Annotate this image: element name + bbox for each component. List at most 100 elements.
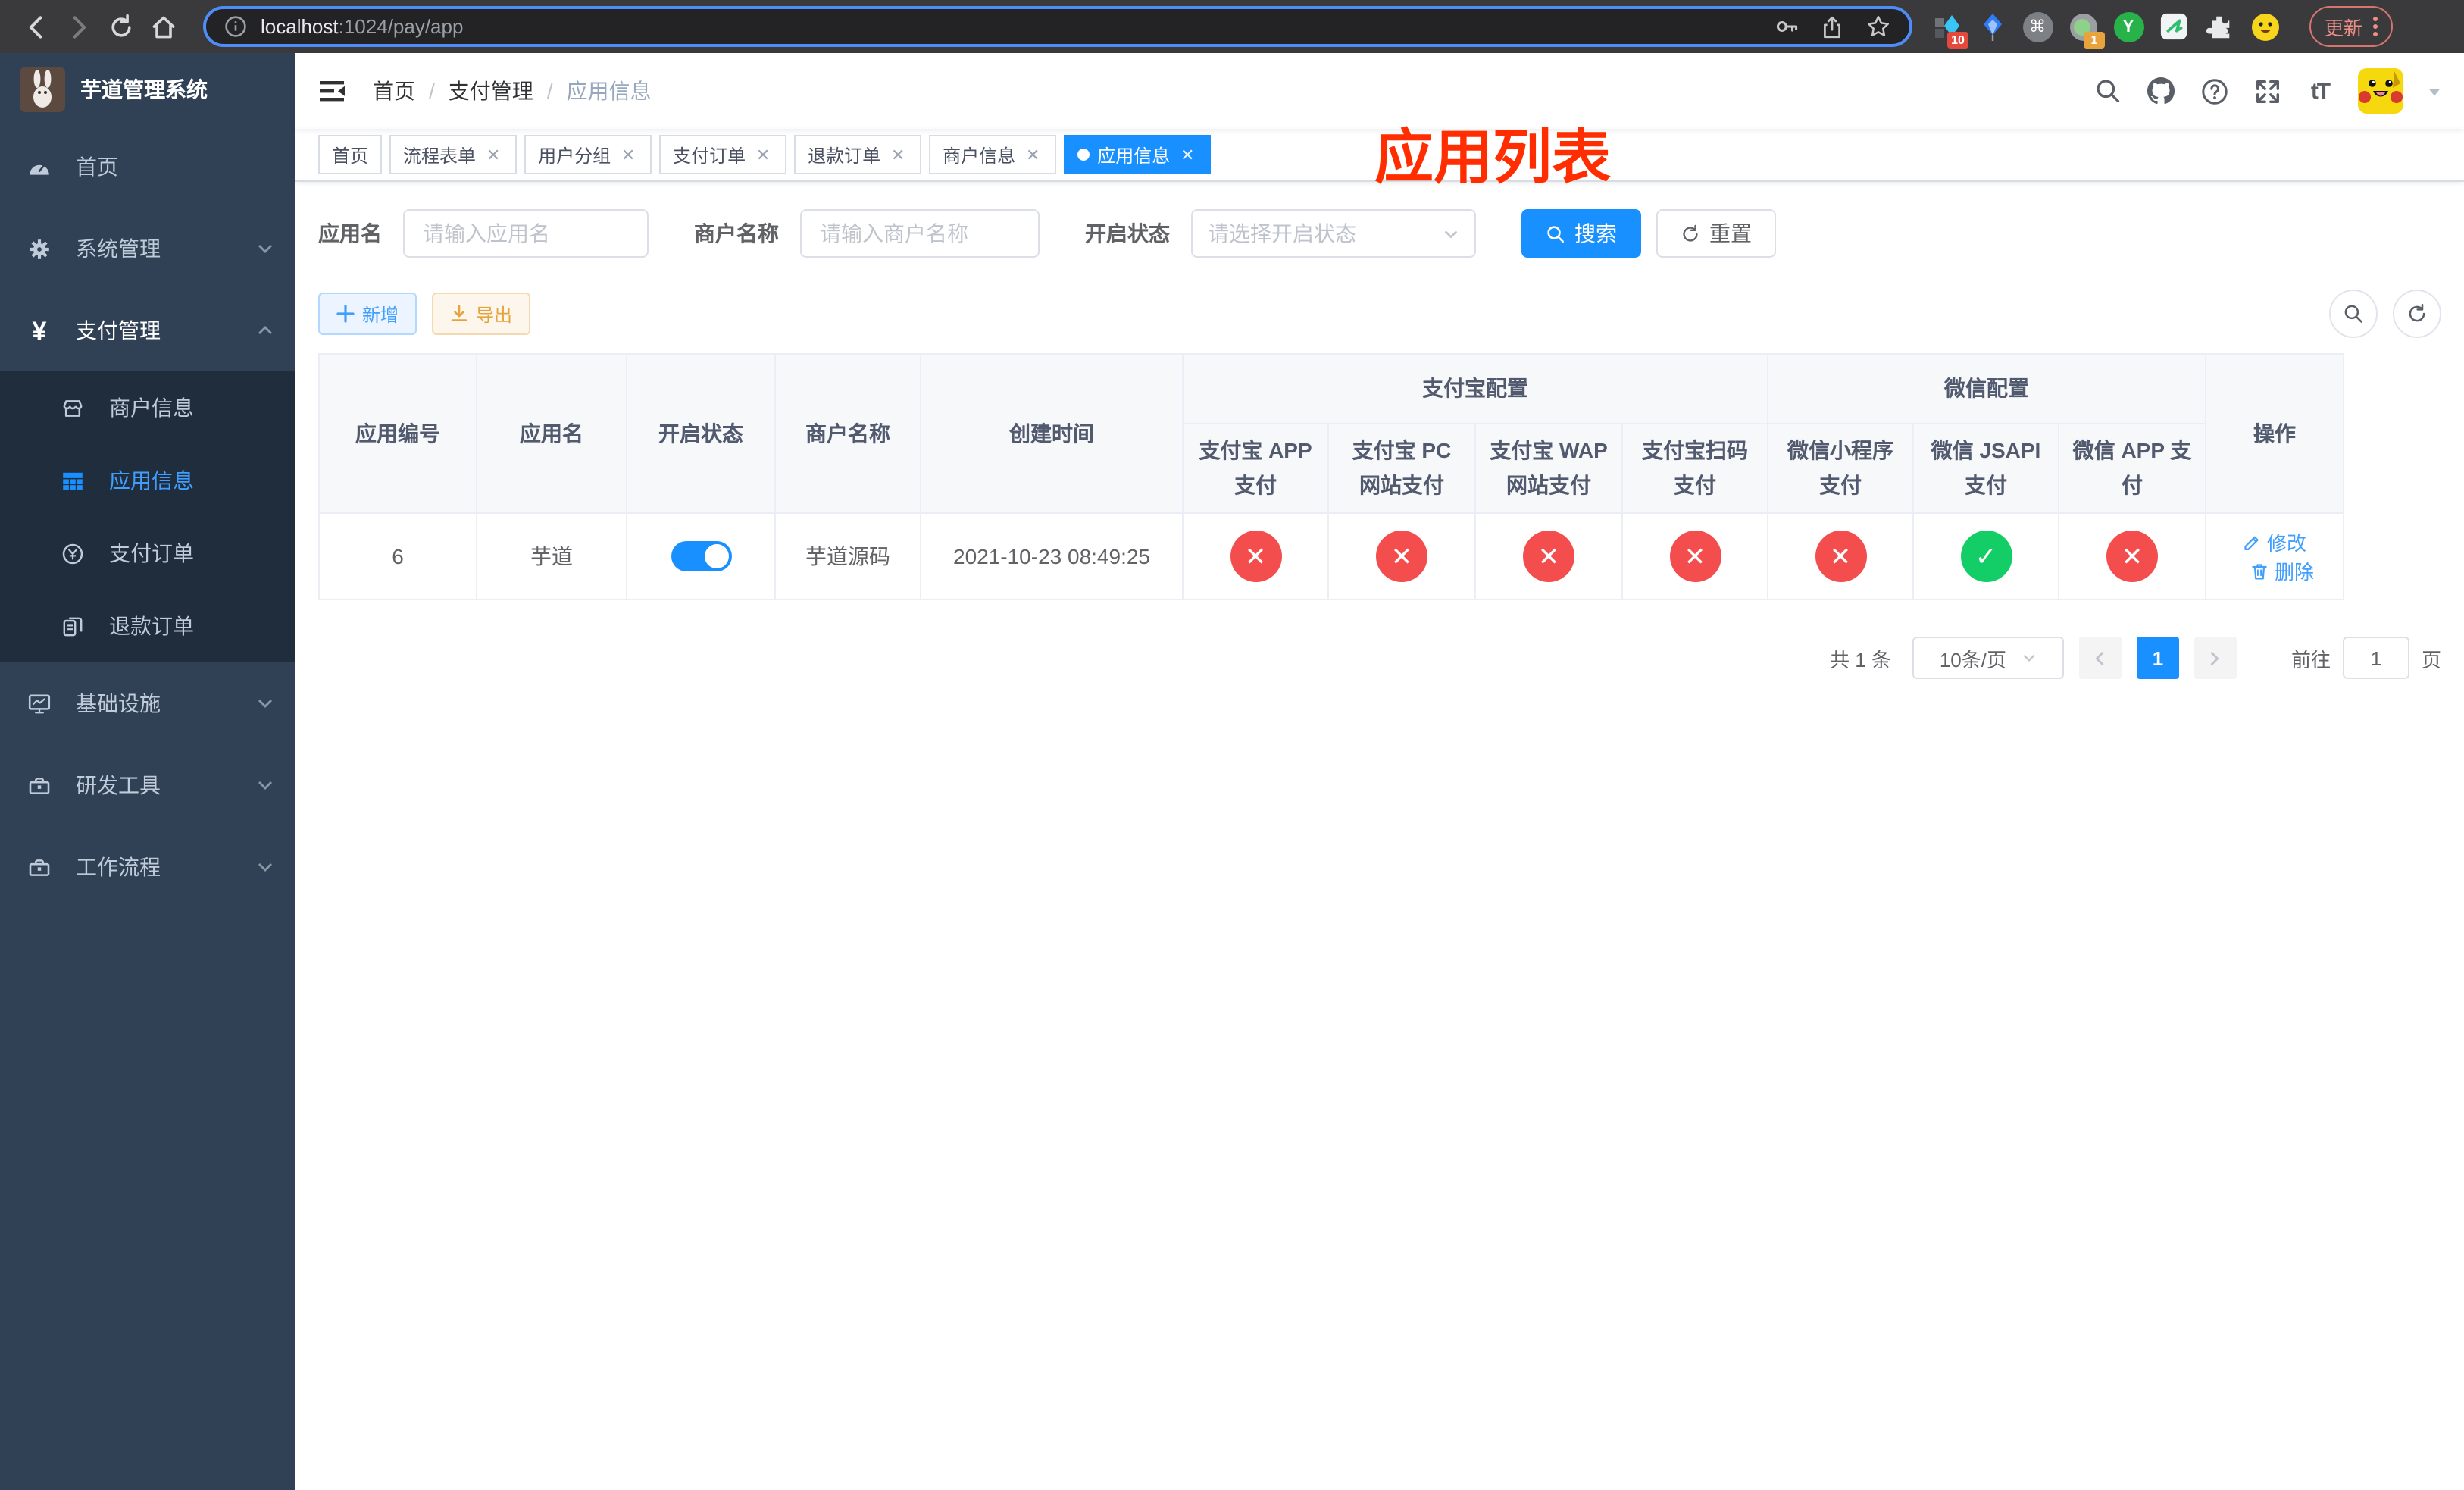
next-page-button[interactable] — [2194, 637, 2237, 679]
cell-status — [626, 512, 776, 600]
col-alipay-app: 支付宝 APP 支付 — [1182, 423, 1329, 514]
caret-down-icon[interactable] — [2426, 83, 2443, 99]
tab-pay-orders[interactable]: 支付订单 ✕ — [659, 135, 787, 174]
breadcrumb: 首页 / 支付管理 / 应用信息 — [373, 76, 652, 106]
app-container: 应用名 商户名称 开启状态 请选择开启状态 — [295, 182, 2464, 679]
bookmark-star-icon[interactable] — [1865, 14, 1891, 39]
close-icon[interactable]: ✕ — [618, 145, 638, 164]
refresh-button[interactable] — [2393, 290, 2441, 338]
browser-back-button[interactable] — [15, 5, 58, 48]
tab-app-info[interactable]: 应用信息 ✕ — [1064, 135, 1212, 174]
reset-button[interactable]: 重置 — [1656, 209, 1776, 258]
export-button[interactable]: 导出 — [432, 293, 531, 335]
extension-grammarly-icon[interactable] — [2158, 11, 2190, 42]
page-number-1[interactable]: 1 — [2136, 637, 2179, 679]
active-dot — [1077, 149, 1090, 161]
monitor-chart-icon — [27, 690, 52, 716]
password-key-icon[interactable] — [1773, 14, 1799, 39]
sidebar-item-refund-orders[interactable]: 退款订单 — [0, 590, 295, 662]
extension-circle-icon[interactable]: 1 — [2067, 11, 2105, 49]
toolbox-icon — [27, 854, 52, 880]
sidebar: 芋道管理系统 首页 系统管理 ¥ 支付管理 商户信息 应用信息 支付订单 退款订… — [0, 53, 295, 1490]
toolbox-icon — [27, 772, 52, 798]
payment-submenu: 商户信息 应用信息 支付订单 退款订单 — [0, 371, 295, 662]
status-wx-jsapi: ✓ — [1912, 512, 2059, 600]
browser-update-button[interactable]: 更新 — [2309, 6, 2394, 47]
sidebar-item-payment[interactable]: ¥ 支付管理 — [0, 290, 295, 371]
breadcrumb-home[interactable]: 首页 — [373, 76, 415, 106]
fullscreen-icon[interactable] — [2252, 76, 2282, 106]
extension-sketch-icon[interactable]: 10 — [1931, 11, 1968, 49]
delete-link[interactable]: 删除 — [2250, 556, 2314, 585]
app-name-input[interactable] — [403, 209, 649, 258]
sidebar-item-system[interactable]: 系统管理 — [0, 208, 295, 290]
extension-emoji-icon[interactable] — [2249, 11, 2281, 42]
yen-icon: ¥ — [32, 316, 47, 345]
enabled-toggle[interactable] — [671, 541, 731, 571]
close-icon[interactable]: ✕ — [1177, 145, 1197, 164]
github-icon[interactable] — [2146, 76, 2176, 106]
browser-toolbar: localhost:1024/pay/app 10 ⌘ 1 Y 更新 — [0, 0, 2464, 53]
site-info-icon[interactable] — [224, 15, 247, 38]
goto-label: 前往 — [2290, 648, 2331, 671]
prev-page-button[interactable] — [2078, 637, 2122, 679]
add-button[interactable]: 新增 — [318, 293, 417, 335]
address-bar[interactable]: localhost:1024/pay/app — [203, 6, 1912, 47]
close-icon[interactable]: ✕ — [1023, 145, 1043, 164]
sidebar-item-merchant-info[interactable]: 商户信息 — [0, 371, 295, 444]
tab-home[interactable]: 首页 — [318, 135, 383, 174]
sidebar-item-dev-tools[interactable]: 研发工具 — [0, 744, 295, 826]
cell-merchant: 芋道源码 — [774, 512, 921, 600]
pagination: 共 1 条 10条/页 1 前往 页 — [318, 637, 2441, 679]
search-button[interactable]: 搜索 — [1521, 209, 1641, 258]
tab-user-group[interactable]: 用户分组 ✕ — [524, 135, 652, 174]
cell-created: 2021-10-23 08:49:25 — [920, 512, 1184, 600]
tab-merchant-info[interactable]: 商户信息 ✕ — [929, 135, 1057, 174]
extension-puzzle-icon[interactable] — [2203, 11, 2235, 42]
app-logo-row[interactable]: 芋道管理系统 — [0, 53, 295, 126]
extension-command-icon[interactable]: ⌘ — [2022, 11, 2053, 42]
browser-home-button[interactable] — [142, 5, 185, 48]
table-row: 6 芋道 芋道源码 2021-10-23 08:49:25 ✕ ✕ ✕ ✕ ✕ … — [318, 512, 2344, 600]
share-icon[interactable] — [1820, 14, 1844, 39]
status-select[interactable]: 请选择开启状态 — [1191, 209, 1476, 258]
close-icon[interactable]: ✕ — [483, 145, 503, 164]
goto-page-input[interactable] — [2342, 637, 2409, 679]
gear-icon — [27, 236, 52, 261]
header-search-icon[interactable] — [2093, 76, 2123, 106]
close-icon[interactable]: ✕ — [888, 145, 908, 164]
extension-y-icon[interactable]: Y — [2112, 11, 2144, 42]
group-wechat: 微信配置 — [1767, 353, 2206, 424]
status-alipay-pc: ✕ — [1327, 512, 1476, 600]
sidebar-item-home[interactable]: 首页 — [0, 126, 295, 208]
sidebar-item-app-info[interactable]: 应用信息 — [0, 444, 295, 517]
tab-process-form[interactable]: 流程表单 ✕ — [389, 135, 518, 174]
toggle-search-button[interactable] — [2329, 290, 2378, 338]
screen: localhost:1024/pay/app 10 ⌘ 1 Y 更新 芋道管理系… — [0, 0, 2464, 1490]
extension-balloon-icon[interactable] — [1976, 11, 2008, 42]
breadcrumb-payment[interactable]: 支付管理 — [449, 76, 533, 106]
app-name-label: 应用名 — [318, 221, 382, 246]
font-size-icon[interactable]: tT — [2305, 76, 2335, 106]
sidebar-collapse-icon[interactable] — [318, 76, 349, 106]
status-label: 开启状态 — [1085, 221, 1170, 246]
sidebar-item-pay-orders[interactable]: 支付订单 — [0, 517, 295, 590]
col-wx-app: 微信 APP 支付 — [2058, 423, 2206, 514]
pagination-total: 共 1 条 — [1830, 648, 1891, 671]
sidebar-item-infrastructure[interactable]: 基础设施 — [0, 662, 295, 744]
edit-link[interactable]: 修改 — [2243, 527, 2306, 556]
filter-form: 应用名 商户名称 开启状态 请选择开启状态 — [318, 209, 2441, 258]
browser-forward-button[interactable] — [58, 5, 100, 48]
browser-reload-button[interactable] — [100, 5, 142, 48]
merchant-name-input[interactable] — [800, 209, 1040, 258]
browser-menu-icon[interactable] — [2373, 17, 2378, 36]
tab-refund-orders[interactable]: 退款订单 ✕ — [794, 135, 922, 174]
help-icon[interactable] — [2199, 76, 2229, 106]
breadcrumb-current: 应用信息 — [566, 79, 652, 103]
avatar[interactable] — [2358, 68, 2403, 114]
col-alipay-wap: 支付宝 WAP 网站支付 — [1474, 423, 1623, 514]
page-size-select[interactable]: 10条/页 — [1912, 637, 2064, 679]
sidebar-item-workflow[interactable]: 工作流程 — [0, 826, 295, 908]
col-app-name: 应用名 — [476, 353, 627, 514]
close-icon[interactable]: ✕ — [753, 145, 773, 164]
